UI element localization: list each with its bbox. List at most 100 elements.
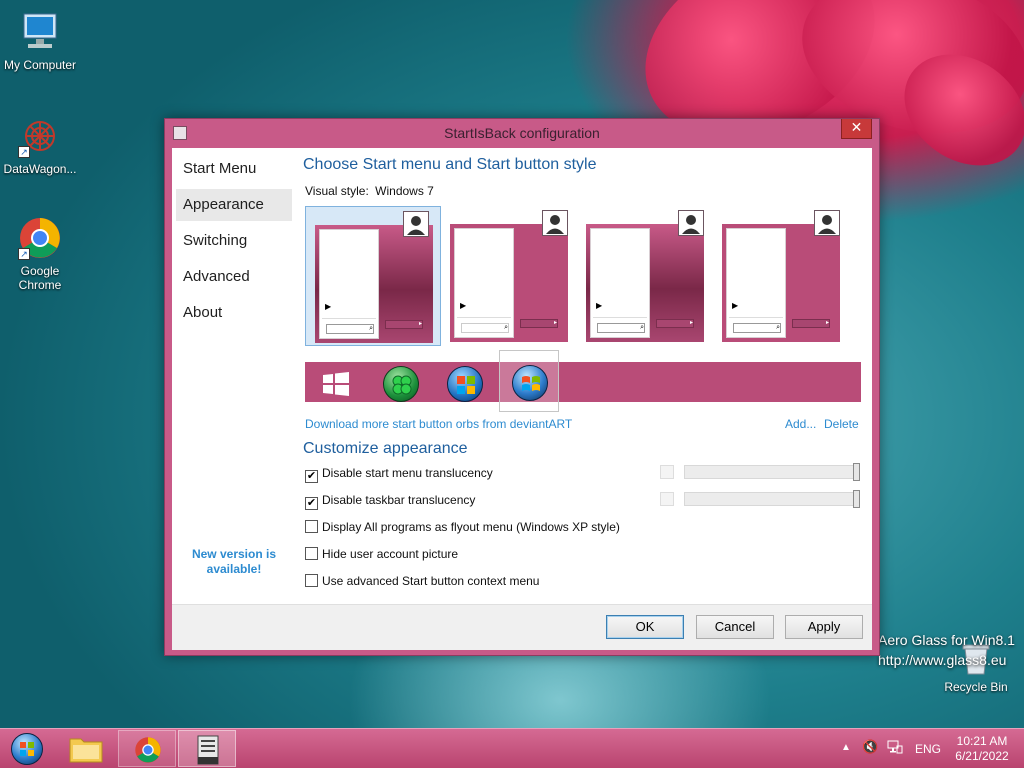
taskbar-color-swatch[interactable] xyxy=(660,492,674,506)
desktop-icon-label: Google Chrome xyxy=(18,264,62,292)
windows7-orb-icon xyxy=(11,733,43,765)
option-hide-user-picture[interactable]: Hide user account picture xyxy=(305,547,458,565)
tile-preview: ▶ ⌕ ▸ xyxy=(722,224,840,342)
orb-option-windows7[interactable] xyxy=(499,350,559,412)
tile-menu-pane: ▶ ⌕ xyxy=(319,229,379,339)
title-bar[interactable]: StartIsBack configuration ✕ xyxy=(165,119,879,148)
arrow-icon: ▶ xyxy=(460,301,467,310)
checkbox[interactable] xyxy=(305,547,318,560)
menu-style-tile-1[interactable]: ▶ ⌕ ▸ xyxy=(305,206,441,346)
nav-start-menu[interactable]: Start Menu xyxy=(176,153,292,185)
volume-muted-icon[interactable]: 🔇 xyxy=(862,739,878,755)
desktop-icon-label: My Computer xyxy=(3,58,77,72)
checkbox[interactable] xyxy=(305,520,318,533)
computer-icon xyxy=(18,10,62,54)
option-label: Disable taskbar translucency xyxy=(322,493,476,507)
start-orb-picker xyxy=(305,350,861,412)
desktop-icon-datawagon[interactable]: ↗ DataWagon... xyxy=(0,114,80,176)
shutdown-icon: ▸ xyxy=(385,320,423,329)
dialog-footer: OK Cancel Apply xyxy=(172,604,872,650)
option-disable-start-menu-translucency[interactable]: ✔ Disable start menu translucency xyxy=(305,466,493,484)
taskbar-opacity-slider[interactable] xyxy=(684,492,860,506)
new-version-link[interactable]: New version is available! xyxy=(186,547,282,577)
config-app-icon xyxy=(197,735,219,765)
close-button[interactable]: ✕ xyxy=(841,119,872,139)
tile-separator xyxy=(729,317,783,318)
orb-option-windows-classic[interactable] xyxy=(435,364,495,402)
tile-menu-pane: ▶ ⌕ xyxy=(454,228,514,338)
style-heading: Choose Start menu and Start button style xyxy=(303,156,597,173)
start-menu-slider-thumb[interactable] xyxy=(853,463,860,481)
orb-option-clover[interactable] xyxy=(371,364,431,402)
menu-style-tile-2[interactable]: ▶ ⌕ ▸ xyxy=(441,206,577,346)
nav-appearance[interactable]: Appearance xyxy=(176,189,292,221)
user-picture-icon xyxy=(678,210,704,236)
start-menu-color-swatch[interactable] xyxy=(660,465,674,479)
desktop-icon-label: Recycle Bin xyxy=(944,680,1008,694)
apply-button[interactable]: Apply xyxy=(785,615,863,639)
customize-heading: Customize appearance xyxy=(303,440,468,457)
clock-time: 10:21 AM xyxy=(956,734,1008,748)
network-icon[interactable] xyxy=(887,739,903,758)
search-icon: ⌕ xyxy=(461,323,509,333)
appearance-panel: Choose Start menu and Start button style… xyxy=(303,148,863,604)
user-picture-icon xyxy=(814,210,840,236)
start-menu-opacity-slider[interactable] xyxy=(684,465,860,479)
tile-preview: ▶ ⌕ ▸ xyxy=(586,224,704,342)
visual-style-row: Visual style: Windows 7 xyxy=(305,184,434,198)
tile-separator xyxy=(457,317,511,318)
nav-switching[interactable]: Switching xyxy=(176,225,292,257)
nav-about[interactable]: About xyxy=(176,297,292,329)
option-label: Display All programs as flyout menu (Win… xyxy=(322,520,620,534)
windows8-logo-icon xyxy=(323,372,349,396)
desktop-icon-google-chrome[interactable]: ↗ Google Chrome xyxy=(0,216,80,292)
user-picture-icon xyxy=(542,210,568,236)
ok-button[interactable]: OK xyxy=(606,615,684,639)
chrome-icon: ↗ xyxy=(18,216,62,260)
chrome-icon xyxy=(135,737,161,763)
tile-separator xyxy=(322,318,376,319)
clock[interactable]: 10:21 AM 6/21/2022 xyxy=(950,734,1014,764)
windows-orb-icon xyxy=(447,366,483,402)
tile-preview: ▶ ⌕ ▸ xyxy=(450,224,568,342)
startisback-dialog: StartIsBack configuration ✕ Start Menu A… xyxy=(164,118,880,656)
taskbar-file-explorer[interactable] xyxy=(58,730,116,767)
option-advanced-context-menu[interactable]: Use advanced Start button context menu xyxy=(305,574,539,592)
visual-style-value[interactable]: Windows 7 xyxy=(375,184,434,198)
option-flyout-all-programs[interactable]: Display All programs as flyout menu (Win… xyxy=(305,520,620,538)
windows7-orb-icon xyxy=(512,365,548,401)
arrow-icon: ▶ xyxy=(325,302,332,311)
start-button[interactable] xyxy=(0,730,58,767)
taskbar-startisback-config[interactable] xyxy=(178,730,236,767)
option-label: Disable start menu translucency xyxy=(322,466,493,480)
tile-separator xyxy=(593,317,647,318)
orb-option-windows8[interactable] xyxy=(305,364,365,400)
clock-date: 6/21/2022 xyxy=(955,749,1009,763)
input-language[interactable]: ENG xyxy=(915,742,941,756)
desktop-icon-my-computer[interactable]: My Computer xyxy=(0,10,80,72)
shortcut-arrow-icon: ↗ xyxy=(18,248,30,260)
dialog-client-area: Start Menu Appearance Switching Advanced… xyxy=(172,148,872,650)
taskbar-chrome[interactable] xyxy=(118,730,176,767)
download-orbs-link[interactable]: Download more start button orbs from dev… xyxy=(305,417,572,431)
desktop-icon-label: DataWagon... xyxy=(3,162,77,176)
clover-orb-icon xyxy=(383,366,419,402)
nav-advanced[interactable]: Advanced xyxy=(176,261,292,293)
menu-style-tile-3[interactable]: ▶ ⌕ ▸ xyxy=(577,206,713,346)
checkbox[interactable]: ✔ xyxy=(305,470,318,483)
checkbox[interactable]: ✔ xyxy=(305,497,318,510)
shortcut-arrow-icon: ↗ xyxy=(18,146,30,158)
search-icon: ⌕ xyxy=(326,324,374,334)
taskbar-slider-thumb[interactable] xyxy=(853,490,860,508)
menu-style-tile-4[interactable]: ▶ ⌕ ▸ xyxy=(713,206,849,346)
option-label: Hide user account picture xyxy=(322,547,459,561)
folder-icon xyxy=(69,738,103,763)
add-orb-link[interactable]: Add... xyxy=(785,417,816,431)
delete-orb-link[interactable]: Delete xyxy=(824,417,859,431)
cancel-button[interactable]: Cancel xyxy=(696,615,774,639)
option-disable-taskbar-translucency[interactable]: ✔ Disable taskbar translucency xyxy=(305,493,475,511)
checkbox[interactable] xyxy=(305,574,318,587)
show-hidden-icons-chevron[interactable]: ▲ xyxy=(841,742,851,753)
datawagon-icon: ↗ xyxy=(18,114,62,158)
visual-style-label: Visual style: xyxy=(305,184,369,198)
